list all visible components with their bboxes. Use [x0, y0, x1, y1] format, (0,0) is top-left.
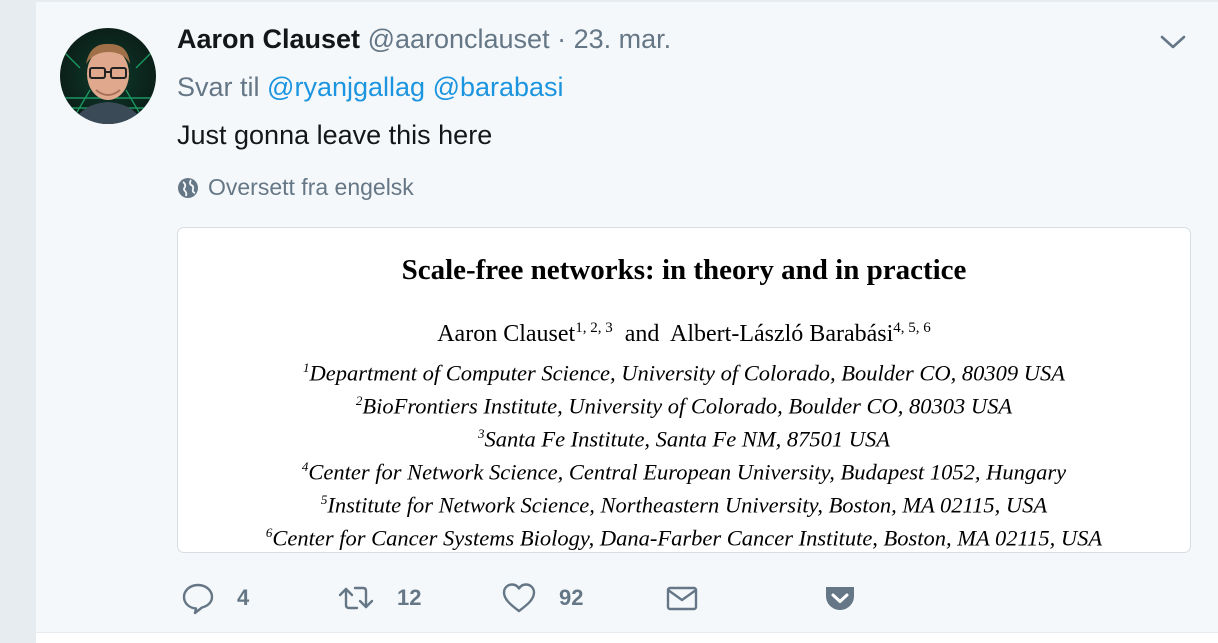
reply-prefix: Svar til — [177, 72, 260, 102]
author-1-affiliations: 1, 2, 3 — [575, 320, 613, 336]
author-name[interactable]: Aaron Clauset — [177, 24, 360, 54]
author-conjunction: and — [624, 321, 660, 347]
paper-title: Scale-free networks: in theory and in pr… — [401, 254, 967, 286]
affiliation-text: Santa Fe Institute, Santa Fe NM, 87501 U… — [484, 426, 891, 452]
translate-label: Oversett fra engelsk — [208, 174, 414, 200]
affiliation-text: Institute for Network Science, Northeast… — [327, 492, 1048, 518]
author-2-affiliations: 4, 5, 6 — [893, 320, 931, 336]
media-image[interactable]: Scale-free networks: in theory and in pr… — [177, 227, 1191, 553]
affiliation-line: 1Department of Computer Science, Univers… — [178, 354, 1190, 387]
pocket-button[interactable] — [823, 578, 857, 618]
avatar[interactable] — [60, 28, 156, 124]
author-handle[interactable]: @aaronclauset — [368, 24, 550, 54]
envelope-icon — [666, 586, 698, 611]
paper-author-2: Albert-László Barabási — [670, 321, 894, 347]
affiliations: 1Department of Computer Science, Univers… — [178, 354, 1190, 552]
affiliation-text: BioFrontiers Institute, University of Co… — [362, 393, 1013, 419]
affiliation-line: 2BioFrontiers Institute, University of C… — [178, 387, 1190, 420]
like-count: 92 — [559, 585, 584, 610]
mention-link[interactable]: @ryanjgallag — [267, 72, 425, 102]
affiliation-line: 6Center for Cancer Systems Biology, Dana… — [178, 519, 1190, 552]
globe-icon — [178, 177, 198, 198]
tweet[interactable]: Aaron Clauset @aaronclauset · 23. mar. S… — [36, 0, 1218, 634]
affiliation-text: Department of Computer Science, Universi… — [309, 360, 1066, 386]
like-button[interactable]: 92 — [501, 578, 583, 618]
pocket-icon — [826, 587, 854, 610]
direct-message-button[interactable] — [665, 578, 699, 618]
tweet-text: Just gonna leave this here — [177, 120, 493, 150]
affiliation-line: 5Institute for Network Science, Northeas… — [178, 486, 1190, 519]
tweet-header: Aaron Clauset @aaronclauset · 23. mar. — [177, 24, 671, 55]
speech-bubble-icon — [182, 583, 214, 615]
affiliation-line: 3Santa Fe Institute, Santa Fe NM, 87501 … — [178, 420, 1190, 453]
reply-button[interactable]: 4 — [181, 578, 249, 618]
retweet-button[interactable]: 12 — [337, 578, 421, 618]
affiliation-line: 4Center for Network Science, Central Eur… — [178, 453, 1190, 486]
heart-icon — [502, 583, 536, 613]
affiliation-text: Center for Cancer Systems Biology, Dana-… — [272, 525, 1103, 551]
chevron-down-icon[interactable] — [1158, 30, 1188, 54]
paper-author-1: Aaron Clauset — [437, 321, 576, 347]
separator-dot: · — [557, 24, 567, 54]
affiliation-text: Center for Network Science, Central Euro… — [308, 459, 1067, 485]
next-tweet-edge — [36, 632, 1218, 643]
retweet-arrows-icon — [338, 586, 374, 610]
mention-link[interactable]: @barabasi — [433, 72, 564, 102]
retweet-count: 12 — [397, 585, 422, 610]
tweet-date[interactable]: 23. mar. — [574, 24, 672, 54]
paper-authors: Aaron Clauset1, 2, 3 and Albert-László B… — [178, 320, 1190, 348]
reply-count: 4 — [237, 585, 250, 610]
translate-link[interactable]: Oversett fra engelsk — [177, 174, 414, 201]
reply-context: Svar til @ryanjgallag @barabasi — [177, 72, 564, 103]
